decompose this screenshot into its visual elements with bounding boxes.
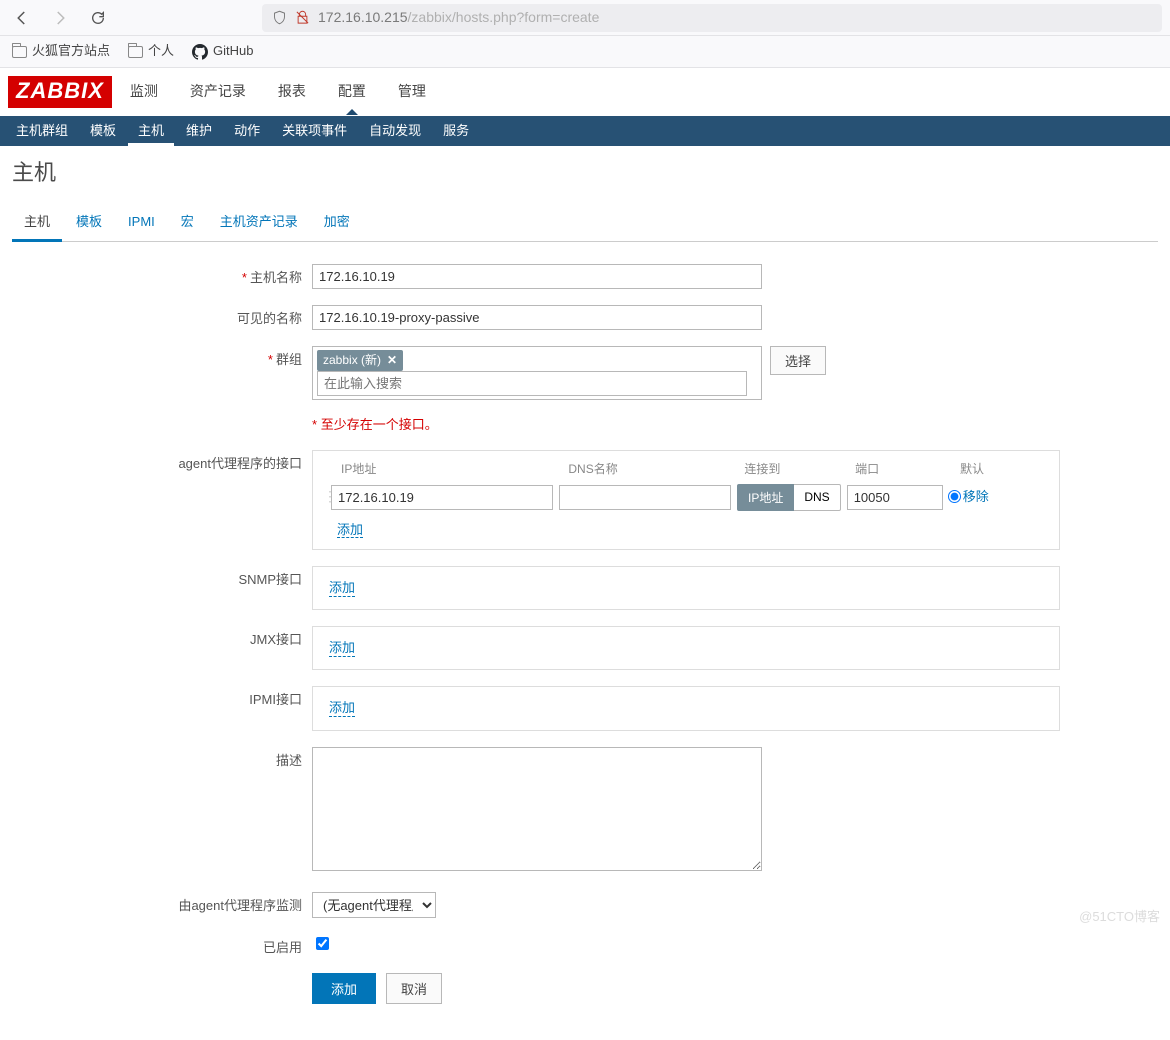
label-ipmi-interface: IPMI接口 <box>12 686 312 709</box>
group-tag: zabbix (新) ✕ <box>317 350 403 371</box>
useip-toggle: IP地址 DNS <box>737 484 841 511</box>
jmx-interface-box: 添加 <box>312 626 1060 670</box>
ipmi-interface-box: 添加 <box>312 686 1060 730</box>
jmx-add-link[interactable]: 添加 <box>329 640 355 657</box>
subnav-hostgroups[interactable]: 主机群组 <box>6 116 78 146</box>
useip-dns-button[interactable]: DNS <box>794 484 840 511</box>
zabbix-subnav: 主机群组 模板 主机 维护 动作 关联项事件 自动发现 服务 <box>0 116 1170 146</box>
label-enabled: 已启用 <box>12 934 312 957</box>
zabbix-topnav: ZABBIX 监测 资产记录 报表 配置 管理 <box>0 68 1170 116</box>
folder-icon <box>12 46 27 58</box>
host-form: *主机名称 可见的名称 *群组 zabbix (新) ✕ 选择 <box>12 242 1158 1004</box>
col-header-ip: IP地址 <box>337 461 564 478</box>
bookmark-github[interactable]: GitHub <box>192 42 253 60</box>
col-header-dns: DNS名称 <box>564 461 740 478</box>
tab-ipmi[interactable]: IPMI <box>116 205 167 241</box>
label-visible-name: 可见的名称 <box>12 305 312 328</box>
col-header-use: 连接到 <box>740 461 851 478</box>
subnav-discovery[interactable]: 自动发现 <box>359 116 431 146</box>
col-header-default: 默认 <box>956 461 1045 478</box>
reload-button[interactable] <box>84 4 112 32</box>
agent-port-input[interactable] <box>847 485 943 510</box>
subnav-maintenance[interactable]: 维护 <box>176 116 222 146</box>
subnav-templates[interactable]: 模板 <box>80 116 126 146</box>
agent-remove-link[interactable]: 移除 <box>963 488 989 506</box>
tab-macros[interactable]: 宏 <box>169 205 206 241</box>
interface-warning: * 至少存在一个接口。 <box>312 417 438 432</box>
groups-multiselect[interactable]: zabbix (新) ✕ <box>312 346 762 400</box>
remove-tag-icon[interactable]: ✕ <box>387 352 397 369</box>
snmp-add-link[interactable]: 添加 <box>329 580 355 597</box>
topnav-reports[interactable]: 报表 <box>264 70 320 114</box>
bookmarks-bar: 火狐官方站点 个人 GitHub <box>0 36 1170 68</box>
form-tabs: 主机 模板 IPMI 宏 主机资产记录 加密 <box>12 205 1158 242</box>
agent-interface-box: IP地址 DNS名称 连接到 端口 默认 ⋮⋮ IP地址 DNS <box>312 450 1060 550</box>
subnav-actions[interactable]: 动作 <box>224 116 270 146</box>
topnav-monitor[interactable]: 监测 <box>116 70 172 114</box>
agent-default-radio[interactable] <box>948 490 961 503</box>
bookmark-personal[interactable]: 个人 <box>128 42 174 60</box>
subnav-hosts[interactable]: 主机 <box>128 116 174 146</box>
useip-ip-button[interactable]: IP地址 <box>737 484 794 511</box>
shield-icon <box>272 10 287 25</box>
tab-inventory[interactable]: 主机资产记录 <box>208 205 310 241</box>
forward-button[interactable] <box>46 4 74 32</box>
page-title: 主机 <box>12 158 1158 189</box>
tab-host[interactable]: 主机 <box>12 205 62 242</box>
bookmark-firefox[interactable]: 火狐官方站点 <box>12 42 110 60</box>
label-monitored-by-proxy: 由agent代理程序监测 <box>12 892 312 915</box>
agent-add-link[interactable]: 添加 <box>337 522 363 539</box>
subnav-correlation[interactable]: 关联项事件 <box>272 116 357 146</box>
snmp-interface-box: 添加 <box>312 566 1060 610</box>
watermark: @51CTO博客 <box>1079 908 1160 926</box>
drag-handle-icon[interactable]: ⋮⋮ <box>321 487 331 507</box>
groups-search-input[interactable] <box>317 371 747 396</box>
url-bar[interactable]: 172.16.10.215/zabbix/hosts.php?form=crea… <box>262 4 1162 32</box>
proxy-select[interactable]: (无agent代理程序) <box>312 892 436 918</box>
submit-add-button[interactable]: 添加 <box>312 973 376 1004</box>
topnav-inventory[interactable]: 资产记录 <box>176 70 260 114</box>
url-text: 172.16.10.215/zabbix/hosts.php?form=crea… <box>318 8 599 28</box>
label-description: 描述 <box>12 747 312 770</box>
label-groups: *群组 <box>12 346 312 369</box>
topnav-config[interactable]: 配置 <box>324 70 380 114</box>
tab-encryption[interactable]: 加密 <box>312 205 362 241</box>
host-name-input[interactable] <box>312 264 762 289</box>
label-agent-interface: agent代理程序的接口 <box>12 450 312 473</box>
agent-dns-input[interactable] <box>559 485 731 510</box>
agent-interface-row: ⋮⋮ IP地址 DNS 移除 <box>321 484 1045 511</box>
groups-select-button[interactable]: 选择 <box>770 346 826 375</box>
cancel-button[interactable]: 取消 <box>386 973 442 1004</box>
topnav-admin[interactable]: 管理 <box>384 70 440 114</box>
label-jmx-interface: JMX接口 <box>12 626 312 649</box>
label-snmp-interface: SNMP接口 <box>12 566 312 589</box>
zabbix-logo[interactable]: ZABBIX <box>8 76 112 108</box>
col-header-port: 端口 <box>851 461 956 478</box>
subnav-services[interactable]: 服务 <box>433 116 479 146</box>
label-host-name: *主机名称 <box>12 264 312 287</box>
agent-ip-input[interactable] <box>331 485 553 510</box>
description-textarea[interactable] <box>312 747 762 871</box>
browser-toolbar: 172.16.10.215/zabbix/hosts.php?form=crea… <box>0 0 1170 36</box>
visible-name-input[interactable] <box>312 305 762 330</box>
enabled-checkbox[interactable] <box>316 937 329 950</box>
github-icon <box>192 44 208 60</box>
ipmi-add-link[interactable]: 添加 <box>329 700 355 717</box>
tab-templates[interactable]: 模板 <box>64 205 114 241</box>
no-lock-icon <box>295 10 310 25</box>
folder-icon <box>128 46 143 58</box>
back-button[interactable] <box>8 4 36 32</box>
